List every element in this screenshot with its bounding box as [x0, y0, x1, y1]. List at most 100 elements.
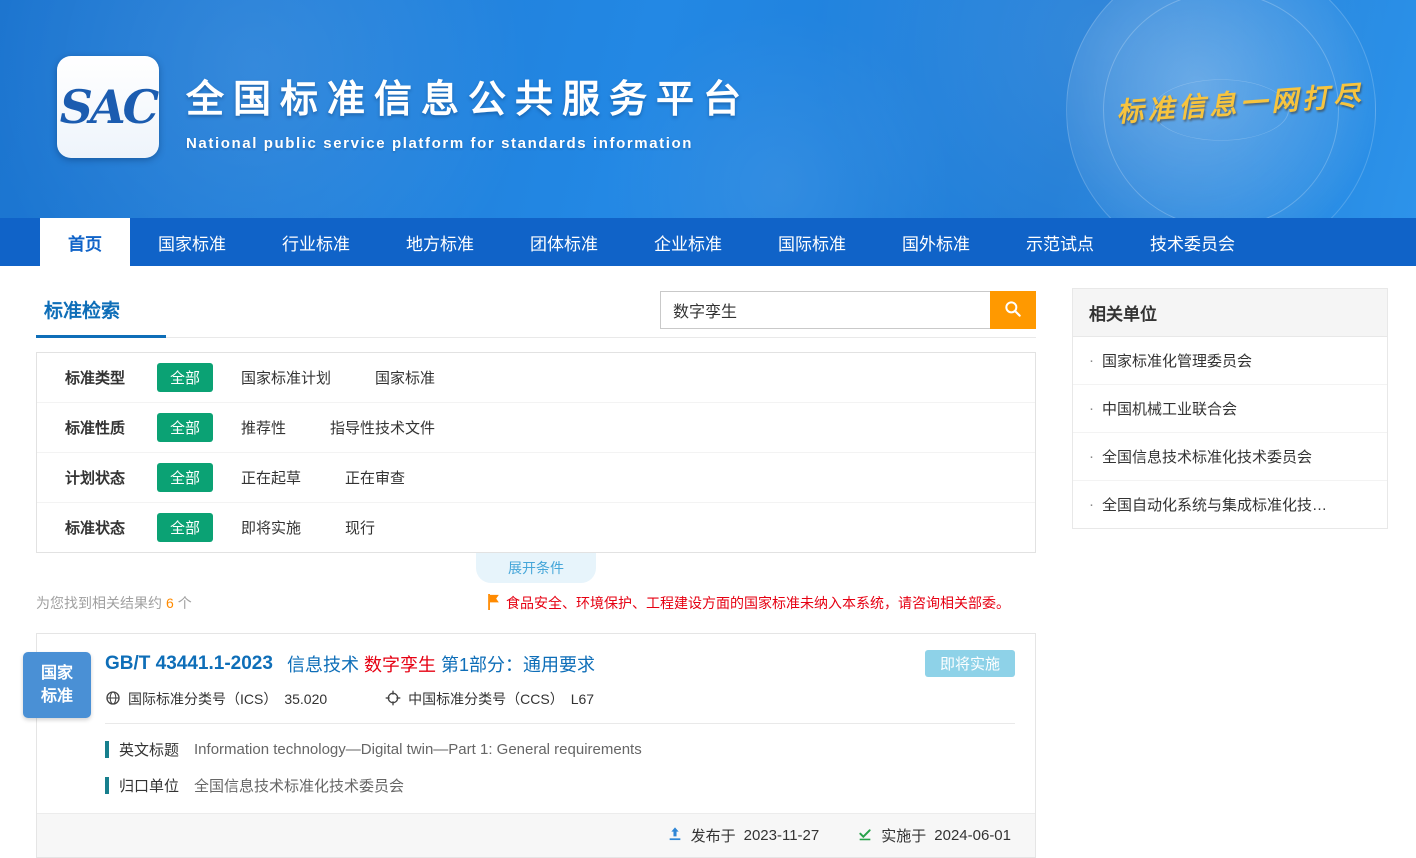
sac-logo[interactable]: SAC — [57, 56, 159, 158]
filter-option[interactable]: 现行 — [345, 517, 375, 538]
standard-result-card: 国家 标准 GB/T 43441.1-2023 信息技术 数字孪生 第1部分：通… — [36, 633, 1036, 858]
card-footer: 发布于 2023-11-27 实施于 2024-06-01 — [37, 813, 1035, 857]
teal-bar — [105, 741, 109, 758]
nav-item-local-standards[interactable]: 地方标准 — [378, 218, 502, 266]
sidebar-item-sac[interactable]: · 国家标准化管理委员会 — [1073, 337, 1387, 385]
ics-label: 国际标准分类号（ICS） — [128, 689, 277, 709]
published-label: 发布于 — [691, 825, 736, 846]
ccs-value: L67 — [571, 691, 594, 707]
filter-panel: 标准类型 全部 国家标准计划 国家标准 标准性质 全部 推荐性 指导性技术文件 … — [36, 352, 1036, 553]
crosshair-icon — [385, 690, 401, 709]
nav-item-home[interactable]: 首页 — [40, 218, 130, 266]
filter-option[interactable]: 指导性技术文件 — [330, 417, 435, 438]
filter-all-button[interactable]: 全部 — [157, 513, 213, 542]
sidebar-item-it-standards-committee[interactable]: · 全国信息技术标准化技术委员会 — [1073, 433, 1387, 481]
nav-item-industry-standards[interactable]: 行业标准 — [254, 218, 378, 266]
card-divider — [105, 723, 1015, 724]
implemented-item: 实施于 2024-06-01 — [857, 825, 1011, 846]
content-area: 标准检索 标准类型 全部 国家标准计划 国家标准 标准性质 全部 — [0, 266, 1416, 858]
notice: 食品安全、环境保护、工程建设方面的国家标准未纳入本系统，请咨询相关部委。 — [487, 593, 1036, 613]
bullet: · — [1089, 352, 1094, 369]
filter-row-plan-status: 计划状态 全部 正在起草 正在审查 — [37, 453, 1035, 503]
dept-row: 归口单位 全国信息技术标准化技术委员会 — [105, 775, 1015, 796]
title-pre: 信息技术 — [287, 655, 359, 675]
published-item: 发布于 2023-11-27 — [667, 825, 820, 846]
nav-item-group-standards[interactable]: 团体标准 — [502, 218, 626, 266]
results-summary-prefix: 为您找到相关结果约 — [36, 593, 162, 613]
site-title-block: 全国标准信息公共服务平台 National public service pla… — [186, 68, 750, 152]
ccs-label: 中国标准分类号（CCS） — [408, 689, 564, 709]
implemented-label: 实施于 — [881, 825, 926, 846]
filter-row-standard-type: 标准类型 全部 国家标准计划 国家标准 — [37, 353, 1035, 403]
nav-item-enterprise-standards[interactable]: 企业标准 — [626, 218, 750, 266]
card-title-row: GB/T 43441.1-2023 信息技术 数字孪生 第1部分：通用要求 即将… — [105, 650, 1015, 677]
filter-option[interactable]: 正在起草 — [241, 467, 301, 488]
english-title-value: Information technology—Digital twin—Part… — [194, 741, 642, 758]
nav-item-international-standards[interactable]: 国际标准 — [750, 218, 874, 266]
filter-all-button[interactable]: 全部 — [157, 413, 213, 442]
dept-label: 归口单位 — [119, 775, 179, 796]
implemented-date: 2024-06-01 — [934, 827, 1011, 844]
filter-label: 标准类型 — [65, 367, 157, 388]
bullet: · — [1089, 496, 1094, 513]
search-section: 标准检索 — [36, 288, 1036, 338]
main-column: 标准检索 标准类型 全部 国家标准计划 国家标准 标准性质 全部 — [36, 288, 1036, 858]
bullet: · — [1089, 448, 1094, 465]
filter-option[interactable]: 正在审查 — [345, 467, 405, 488]
publish-icon — [667, 826, 683, 846]
title-highlight: 数字孪生 — [364, 655, 436, 675]
card-body: GB/T 43441.1-2023 信息技术 数字孪生 第1部分：通用要求 即将… — [37, 634, 1035, 709]
ccs-meta: 中国标准分类号（CCS） L67 — [385, 689, 594, 709]
section-title-standard-search: 标准检索 — [36, 288, 166, 338]
published-date: 2023-11-27 — [744, 827, 820, 844]
filter-option[interactable]: 推荐性 — [241, 417, 286, 438]
sidebar-item-automation-committee[interactable]: · 全国自动化系统与集成标准化技… — [1073, 481, 1387, 528]
filter-all-button[interactable]: 全部 — [157, 363, 213, 392]
filter-row-standard-status: 标准状态 全部 即将实施 现行 — [37, 503, 1035, 552]
ics-value: 35.020 — [284, 691, 327, 707]
site-header: SAC 全国标准信息公共服务平台 National public service… — [0, 0, 1416, 218]
expand-conditions-button[interactable]: 展开条件 — [476, 553, 596, 583]
notice-text: 食品安全、环境保护、工程建设方面的国家标准未纳入本系统，请咨询相关部委。 — [506, 593, 1010, 613]
search-input[interactable] — [660, 291, 990, 329]
nav-item-foreign-standards[interactable]: 国外标准 — [874, 218, 998, 266]
filter-all-button[interactable]: 全部 — [157, 463, 213, 492]
standard-title[interactable]: 信息技术 数字孪生 第1部分：通用要求 — [287, 651, 595, 677]
filter-label: 标准性质 — [65, 417, 157, 438]
search-button[interactable] — [990, 291, 1036, 329]
filter-label: 计划状态 — [65, 467, 157, 488]
filter-option[interactable]: 国家标准计划 — [241, 367, 331, 388]
national-standard-badge: 国家 标准 — [23, 652, 91, 718]
badge-line: 标准 — [41, 685, 73, 708]
bullet: · — [1089, 400, 1094, 417]
title-post: 第1部分：通用要求 — [441, 655, 595, 675]
sac-logo-text: SAC — [60, 80, 157, 134]
dept-value: 全国信息技术标准化技术委员会 — [194, 775, 404, 796]
english-title-label: 英文标题 — [119, 739, 179, 760]
nav-item-technical-committee[interactable]: 技术委员会 — [1122, 218, 1263, 266]
sidebar-item-machinery-federation[interactable]: · 中国机械工业联合会 — [1073, 385, 1387, 433]
sidebar-item-label: 国家标准化管理委员会 — [1102, 350, 1252, 371]
teal-bar — [105, 777, 109, 794]
search-group — [660, 291, 1036, 329]
filter-option[interactable]: 国家标准 — [375, 367, 435, 388]
site-subtitle: National public service platform for sta… — [186, 135, 750, 152]
nav-item-national-standards[interactable]: 国家标准 — [130, 218, 254, 266]
filter-option[interactable]: 即将实施 — [241, 517, 301, 538]
nav-item-pilot[interactable]: 示范试点 — [998, 218, 1122, 266]
site-title: 全国标准信息公共服务平台 — [186, 68, 750, 123]
related-units-panel: 相关单位 · 国家标准化管理委员会 · 中国机械工业联合会 · 全国信息技术标准… — [1072, 288, 1388, 529]
card-meta-row: 国际标准分类号（ICS） 35.020 中国标准分类号（CCS） L67 — [105, 689, 1015, 709]
ics-meta: 国际标准分类号（ICS） 35.020 — [105, 689, 327, 709]
badge-line: 国家 — [41, 662, 73, 685]
english-title-row: 英文标题 Information technology—Digital twin… — [105, 739, 1015, 760]
results-summary-suffix: 个 — [178, 593, 192, 613]
main-nav: 首页 国家标准 行业标准 地方标准 团体标准 企业标准 国际标准 国外标准 示范… — [0, 218, 1416, 266]
expand-wrap: 展开条件 — [36, 553, 1036, 583]
globe-icon — [105, 690, 121, 709]
check-icon — [857, 826, 873, 846]
standard-code-link[interactable]: GB/T 43441.1-2023 — [105, 653, 273, 675]
filter-label: 标准状态 — [65, 517, 157, 538]
results-summary-row: 为您找到相关结果约 6 个 食品安全、环境保护、工程建设方面的国家标准未纳入本系… — [36, 593, 1036, 613]
sidebar: 相关单位 · 国家标准化管理委员会 · 中国机械工业联合会 · 全国信息技术标准… — [1072, 288, 1388, 529]
